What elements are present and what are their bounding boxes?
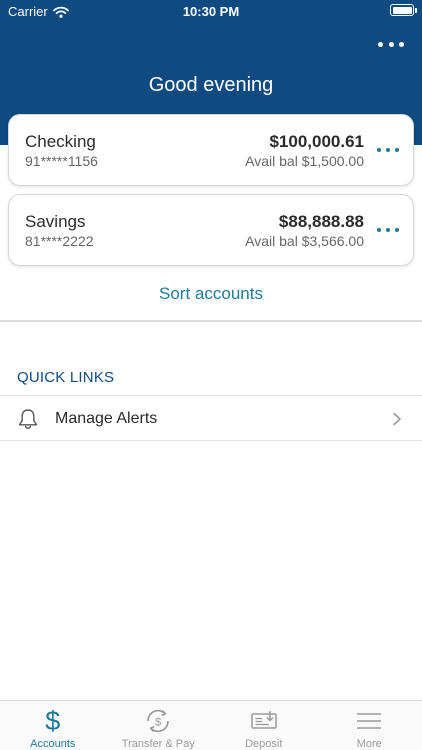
- battery-icon: [390, 4, 417, 16]
- quick-links-title: QUICK LINKS: [17, 369, 115, 386]
- dollar-icon: $: [45, 706, 61, 736]
- manage-alerts-label: Manage Alerts: [55, 410, 158, 427]
- manage-alerts-row[interactable]: Manage Alerts: [0, 395, 422, 441]
- tab-bar: $ Accounts $ Transfer & Pay Deposit More: [0, 700, 422, 750]
- tab-transfer-pay[interactable]: $ Transfer & Pay: [106, 701, 212, 750]
- tab-accounts[interactable]: $ Accounts: [0, 701, 106, 750]
- section-divider: [0, 320, 422, 322]
- account-card-checking[interactable]: Checking 91*****1156 $100,000.61 Avail b…: [8, 114, 414, 186]
- status-bar: Carrier 10:30 PM: [0, 0, 422, 24]
- sort-accounts-link[interactable]: Sort accounts: [0, 284, 422, 304]
- tab-label: More: [356, 738, 382, 750]
- account-number: 91*****1156: [25, 153, 98, 169]
- chevron-right-icon: [393, 412, 401, 426]
- account-more-icon[interactable]: [377, 225, 399, 235]
- greeting-title: Good evening: [148, 74, 274, 96]
- tab-label: Accounts: [30, 738, 76, 750]
- svg-text:$: $: [155, 717, 161, 729]
- tab-label: Transfer & Pay: [121, 738, 195, 750]
- available-balance: Avail bal $1,500.00: [245, 153, 364, 169]
- account-name: Savings: [25, 212, 86, 231]
- account-number: 81****2222: [25, 233, 94, 249]
- account-more-icon[interactable]: [377, 145, 399, 155]
- transfer-icon: $: [143, 706, 173, 736]
- account-balance: $100,000.61: [269, 132, 364, 151]
- available-balance: Avail bal $3,566.00: [245, 233, 364, 249]
- account-balance: $88,888.88: [278, 212, 364, 231]
- tab-more[interactable]: More: [317, 701, 422, 750]
- account-name: Checking: [25, 132, 96, 151]
- bell-icon: [18, 409, 38, 429]
- deposit-check-icon: [249, 706, 279, 736]
- tab-deposit[interactable]: Deposit: [211, 701, 317, 750]
- more-horizontal-icon[interactable]: [378, 36, 404, 52]
- clock: 10:30 PM: [182, 4, 240, 19]
- tab-label: Deposit: [245, 738, 283, 750]
- account-card-savings[interactable]: Savings 81****2222 $88,888.88 Avail bal …: [8, 194, 414, 266]
- menu-icon: [356, 706, 382, 736]
